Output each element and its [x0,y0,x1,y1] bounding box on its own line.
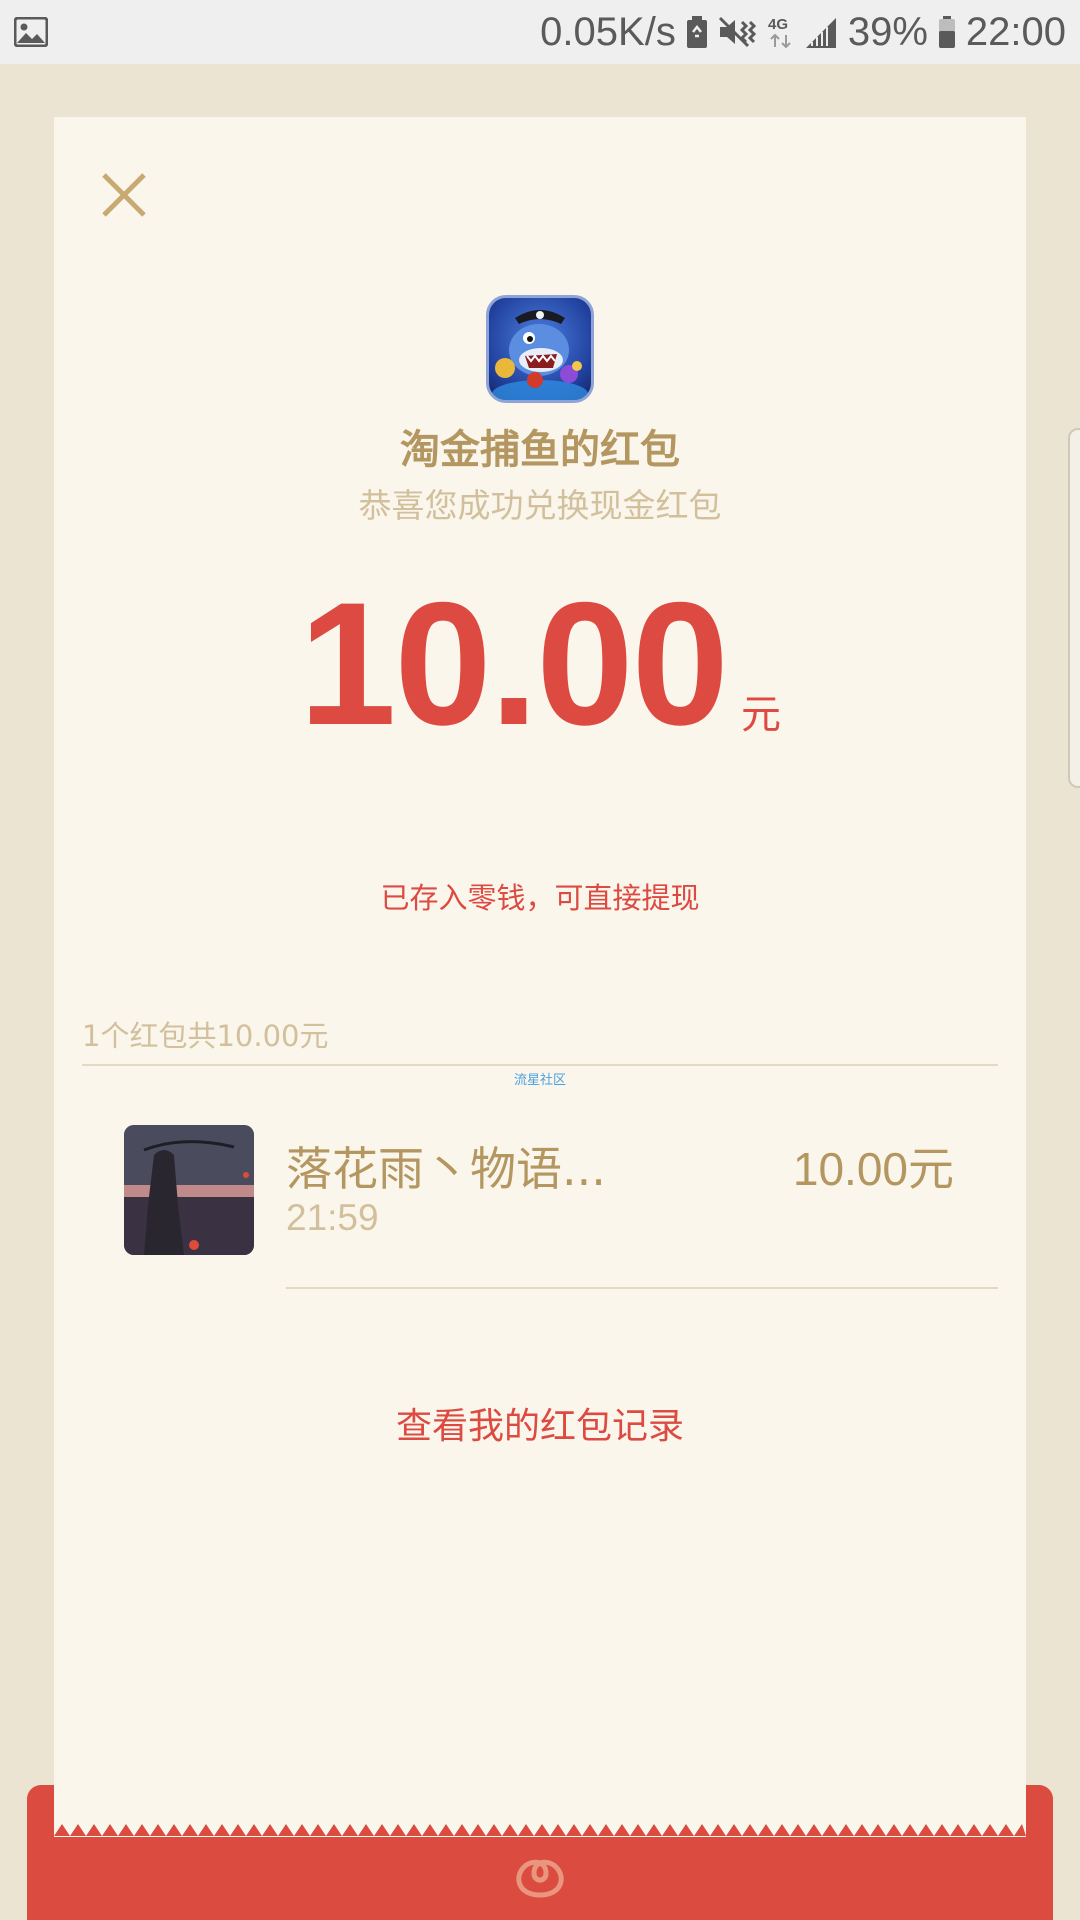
network-speed: 0.05K/s [540,9,676,54]
scroll-handle[interactable] [1068,428,1080,788]
signal-icon [804,16,838,48]
status-right: 0.05K/s 4G 39% 22:00 [540,10,1066,55]
sender-title: 淘金捕鱼的红包 [400,427,680,473]
watermark: 流星社区 [513,1073,566,1088]
amount-row: 10.00 元 [54,577,1026,752]
record-amount: 10.00元 [792,1143,954,1195]
battery-icon [938,16,956,48]
close-button[interactable] [84,155,164,235]
status-left [14,17,48,47]
avatar[interactable] [124,1125,254,1255]
red-packet-logo-icon [516,1859,564,1898]
battery-percent: 39% [847,9,928,54]
packet-summary: 1个红包共10.00元 [82,1019,329,1053]
network-4g-icon: 4G [768,15,794,49]
record-name: 落花雨丶物语... [286,1142,606,1196]
red-packet-card: 淘金捕鱼的红包 恭喜您成功兑换现金红包 10.00 元 已存入零钱，可直接提现 … [54,117,1026,1837]
close-icon [102,173,146,217]
view-history-link[interactable]: 查看我的红包记录 [54,1397,1026,1449]
network-type-label: 4G [768,16,788,33]
shark-game-icon [486,295,594,403]
mute-vibrate-icon [718,16,758,48]
gallery-icon [14,17,48,47]
amount-unit: 元 [740,692,781,738]
divider [286,1287,998,1289]
list-item[interactable]: 落花雨丶物语... 21:59 10.00元 [82,1097,998,1287]
status-time: 22:00 [965,9,1066,54]
status-bar: 0.05K/s 4G 39% 22:00 [0,0,1080,64]
stored-note: 已存入零钱，可直接提现 [380,881,700,915]
divider [82,1064,998,1066]
zigzag-edge [54,1824,1026,1836]
amount-value: 10.00 [299,567,729,762]
battery-saver-icon [686,16,708,48]
record-time: 21:59 [286,1197,379,1238]
subtitle: 恭喜您成功兑换现金红包 [358,486,722,525]
